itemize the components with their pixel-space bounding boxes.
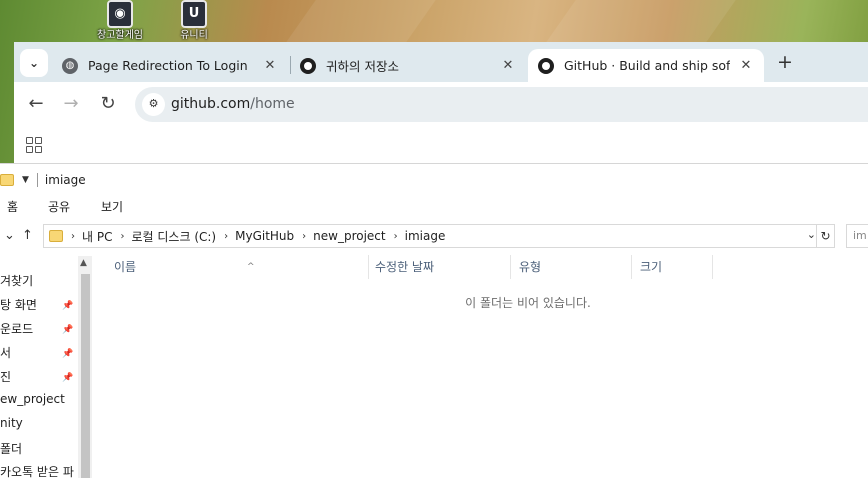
nav-item-label: 겨찾기: [0, 274, 34, 288]
folder-icon: [0, 174, 14, 186]
refresh-icon[interactable]: ↻: [816, 225, 834, 247]
chevron-right-icon[interactable]: ›: [71, 231, 75, 242]
desktop-icon-label: 유니티: [180, 30, 208, 41]
github-icon: [300, 57, 316, 74]
ribbon-tab-home[interactable]: 홈: [7, 198, 18, 215]
github-icon: [538, 57, 554, 74]
column-header-type[interactable]: 유형: [511, 255, 632, 279]
breadcrumb-this-pc[interactable]: 내 PC: [82, 228, 112, 245]
column-label: 수정한 날짜: [375, 260, 435, 274]
breadcrumb-imiage[interactable]: imiage: [405, 229, 446, 243]
breadcrumb-local-disk[interactable]: 로컬 디스크 (C:): [131, 228, 216, 245]
pin-icon: 📌: [62, 349, 74, 359]
scroll-up-icon[interactable]: ▲: [80, 258, 87, 268]
nav-item-label: 탕 화면: [0, 298, 37, 312]
chevron-right-icon[interactable]: ›: [224, 231, 228, 242]
tab-repositories[interactable]: 귀하의 저장소 ✕: [290, 49, 526, 82]
nav-item-label: ew_project: [0, 392, 65, 406]
bookmarks-bar: [14, 127, 868, 163]
column-header-date[interactable]: 수정한 날짜: [367, 255, 511, 279]
pin-icon: 📌: [62, 301, 74, 311]
tab-search-button[interactable]: ⌄: [20, 49, 48, 77]
desktop-icon-label: 창고할게임: [97, 30, 143, 41]
column-label: 크기: [640, 260, 663, 274]
wallpaper-field-stripe: [284, 0, 436, 45]
explorer-title-bar: ▼ imiage: [0, 170, 86, 190]
close-icon[interactable]: ✕: [262, 58, 278, 73]
nav-item-kakaotalk[interactable]: 카오톡 받은 파: [0, 463, 78, 478]
quick-access-dropdown-icon[interactable]: ▼: [22, 175, 29, 185]
back-button[interactable]: ←: [24, 93, 48, 117]
tab-strip: ⌄ ◍ Page Redirection To Login ✕ 귀하의 저장소 …: [14, 42, 868, 82]
file-explorer-window: ▼ imiage 홈 공유 보기 ⌄ ↑ › 내 PC › 로컬 디스크 (C:…: [0, 163, 868, 478]
column-header-name[interactable]: 이름 ^: [106, 255, 369, 279]
explorer-address-bar[interactable]: › 내 PC › 로컬 디스크 (C:) › MyGitHub › new_pr…: [43, 224, 835, 248]
browser-toolbar: ← → ↻ ⚙ github.com/home: [14, 82, 868, 127]
nav-item-label: 카오톡 받은 파: [0, 465, 74, 478]
close-icon[interactable]: ✕: [738, 58, 754, 73]
tab-github-home[interactable]: GitHub · Build and ship software ✕: [528, 49, 764, 82]
nav-item-label: 진: [0, 370, 12, 384]
reload-button[interactable]: ↻: [96, 93, 120, 117]
column-header-size[interactable]: 크기: [632, 255, 713, 279]
chevron-right-icon[interactable]: ›: [394, 231, 398, 242]
url-host: github.com: [171, 96, 251, 112]
site-info-icon[interactable]: ⚙: [142, 93, 165, 116]
desktop-icon-unity[interactable]: U 유니티: [164, 0, 224, 44]
close-icon[interactable]: ✕: [500, 58, 516, 73]
tab-title: Page Redirection To Login: [88, 58, 248, 73]
recent-locations-icon[interactable]: ⌄: [4, 228, 15, 243]
chevron-right-icon[interactable]: ›: [302, 231, 306, 242]
tab-page-redirection[interactable]: ◍ Page Redirection To Login ✕: [52, 49, 288, 82]
nav-item-label: 서: [0, 346, 12, 360]
desktop-icon-game[interactable]: ◉ 창고할게임: [90, 0, 150, 44]
globe-icon: ◍: [62, 57, 78, 74]
nav-item-label: nity: [0, 416, 23, 430]
wallpaper-field-stripe: [544, 0, 736, 45]
pin-icon: 📌: [62, 373, 74, 383]
column-label: 유형: [519, 260, 542, 274]
chevron-right-icon[interactable]: ›: [120, 231, 124, 242]
address-bar[interactable]: ⚙ github.com/home: [135, 87, 868, 122]
apps-grid-icon[interactable]: [26, 137, 42, 153]
nav-item-label: 운로드: [0, 322, 34, 336]
folder-icon: [49, 230, 63, 242]
breadcrumb-new-project[interactable]: new_project: [313, 229, 385, 243]
pin-icon: 📌: [62, 325, 74, 335]
breadcrumb-mygithub[interactable]: MyGitHub: [235, 229, 294, 243]
ribbon-tab-share[interactable]: 공유: [48, 198, 70, 215]
up-folder-icon[interactable]: ↑: [22, 228, 33, 243]
divider: [36, 173, 38, 187]
ribbon-tab-view[interactable]: 보기: [101, 198, 123, 215]
new-tab-button[interactable]: +: [774, 52, 796, 74]
nav-scrollbar[interactable]: ▲: [78, 256, 92, 478]
chevron-down-icon: ⌄: [28, 56, 40, 70]
empty-folder-message: 이 폴더는 비어 있습니다.: [465, 296, 591, 310]
nav-item-label: 폴더: [0, 442, 23, 456]
tab-title: GitHub · Build and ship software: [564, 58, 730, 73]
explorer-address-row: ⌄ ↑ › 내 PC › 로컬 디스크 (C:) › MyGitHub › ne…: [0, 224, 868, 250]
browser-window: ⌄ ◍ Page Redirection To Login ✕ 귀하의 저장소 …: [14, 42, 868, 163]
explorer-search-input[interactable]: im: [846, 224, 868, 248]
nav-item-folder[interactable]: 폴더: [0, 440, 78, 460]
sort-up-icon: ^: [247, 262, 255, 272]
nav-item-quick-access[interactable]: 겨찾기: [0, 272, 78, 292]
navigation-pane: 겨찾기 탕 화면 📌 운로드 📌 서 📌 진 📌 ew_project nity…: [0, 256, 92, 478]
url-text[interactable]: github.com/home: [171, 96, 295, 112]
nav-item-new-project[interactable]: ew_project: [0, 392, 78, 412]
file-list-pane: 이름 ^ 수정한 날짜 유형 크기 이 폴더는 비어 있습니다.: [92, 250, 868, 478]
unity-icon: U: [181, 0, 207, 28]
tab-title: 귀하의 저장소: [326, 59, 399, 74]
forward-button[interactable]: →: [59, 93, 83, 117]
column-label: 이름: [114, 260, 137, 274]
chevron-down-icon[interactable]: ⌄: [807, 228, 816, 241]
window-title: imiage: [44, 173, 86, 187]
url-path: /home: [250, 96, 295, 112]
app-icon: ◉: [107, 0, 133, 28]
nav-item-unity[interactable]: nity: [0, 416, 78, 436]
scrollbar-thumb[interactable]: [81, 274, 90, 478]
